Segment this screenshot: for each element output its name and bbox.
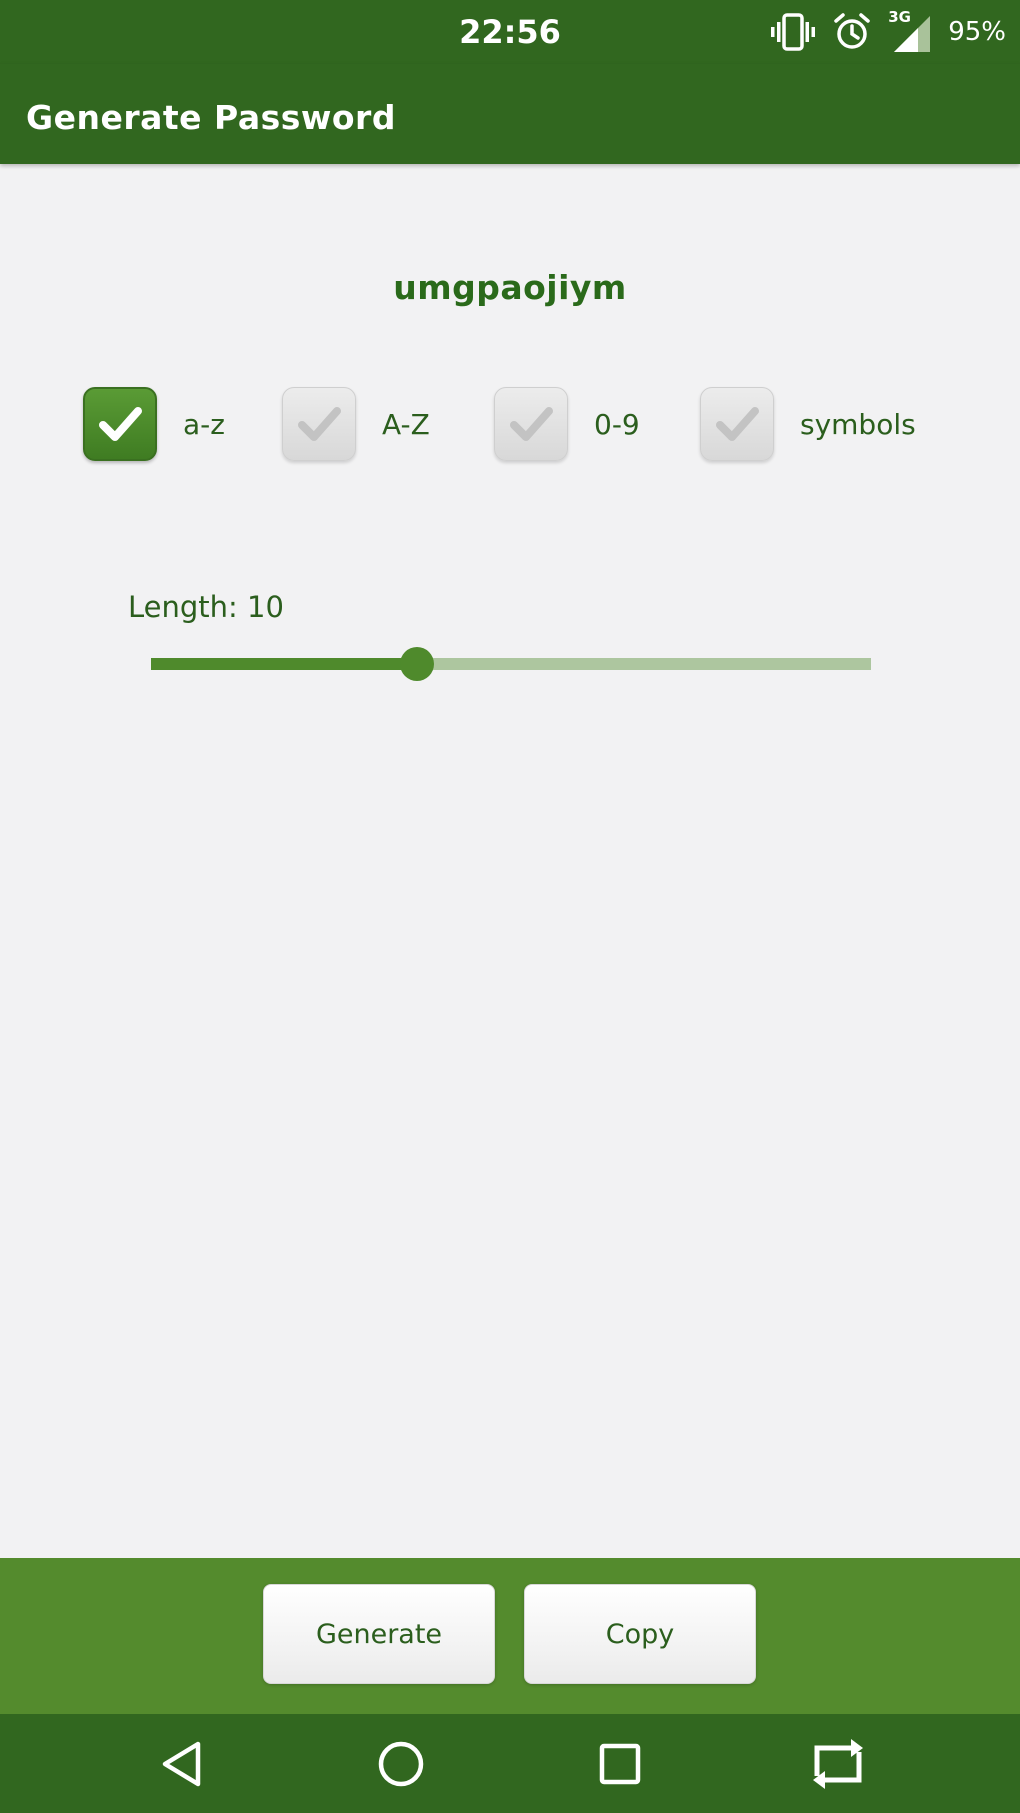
app-bar: Generate Password — [0, 64, 1020, 164]
nav-back-button[interactable] — [113, 1714, 253, 1813]
main-content: umgpaojiym a-z A-Z 0-9 symbols Length: 1… — [0, 164, 1020, 1558]
status-bar: 22:56 3G 95% — [0, 0, 1020, 64]
alarm-icon — [832, 12, 872, 52]
status-icons: 3G 95% — [770, 0, 1006, 64]
recents-icon — [599, 1743, 641, 1784]
length-value: 10 — [247, 590, 284, 624]
option-label-uppercase: A-Z — [382, 407, 430, 441]
battery-percentage: 95% — [948, 17, 1006, 47]
back-icon — [162, 1741, 201, 1786]
character-options: a-z A-Z 0-9 symbols — [0, 386, 1020, 462]
generate-button[interactable]: Generate — [263, 1584, 495, 1684]
slider-fill — [151, 658, 417, 670]
length-slider[interactable] — [151, 647, 871, 681]
check-icon — [510, 407, 553, 441]
check-icon — [99, 407, 142, 441]
option-uppercase[interactable]: A-Z — [282, 386, 430, 462]
home-icon — [378, 1741, 424, 1786]
check-icon — [716, 407, 759, 441]
nav-recents-button[interactable] — [550, 1714, 690, 1813]
slider-thumb[interactable] — [400, 647, 434, 681]
checkbox-uppercase[interactable] — [282, 387, 356, 461]
option-label-symbols: symbols — [800, 407, 916, 441]
vibrate-icon — [770, 12, 816, 52]
checkbox-symbols[interactable] — [700, 387, 774, 461]
nav-home-button[interactable] — [331, 1714, 471, 1813]
copy-button[interactable]: Copy — [524, 1584, 756, 1684]
option-label-digits: 0-9 — [594, 407, 640, 441]
network-type: 3G — [888, 8, 911, 26]
check-icon — [298, 407, 341, 441]
signal-icon: 3G — [888, 10, 932, 54]
checkbox-lowercase[interactable] — [83, 387, 157, 461]
length-label-text: Length: — [128, 590, 238, 624]
page-title: Generate Password — [26, 98, 396, 137]
action-bar: Generate Copy — [0, 1558, 1020, 1714]
option-digits[interactable]: 0-9 — [494, 386, 640, 462]
rotate-icon — [813, 1738, 863, 1789]
checkbox-digits[interactable] — [494, 387, 568, 461]
option-symbols[interactable]: symbols — [700, 386, 916, 462]
length-label: Length: 10 — [128, 590, 284, 624]
option-lowercase[interactable]: a-z — [83, 386, 225, 462]
navigation-bar — [0, 1714, 1020, 1813]
nav-rotate-button[interactable] — [768, 1714, 908, 1813]
generated-password: umgpaojiym — [393, 268, 627, 307]
option-label-lowercase: a-z — [183, 407, 225, 441]
